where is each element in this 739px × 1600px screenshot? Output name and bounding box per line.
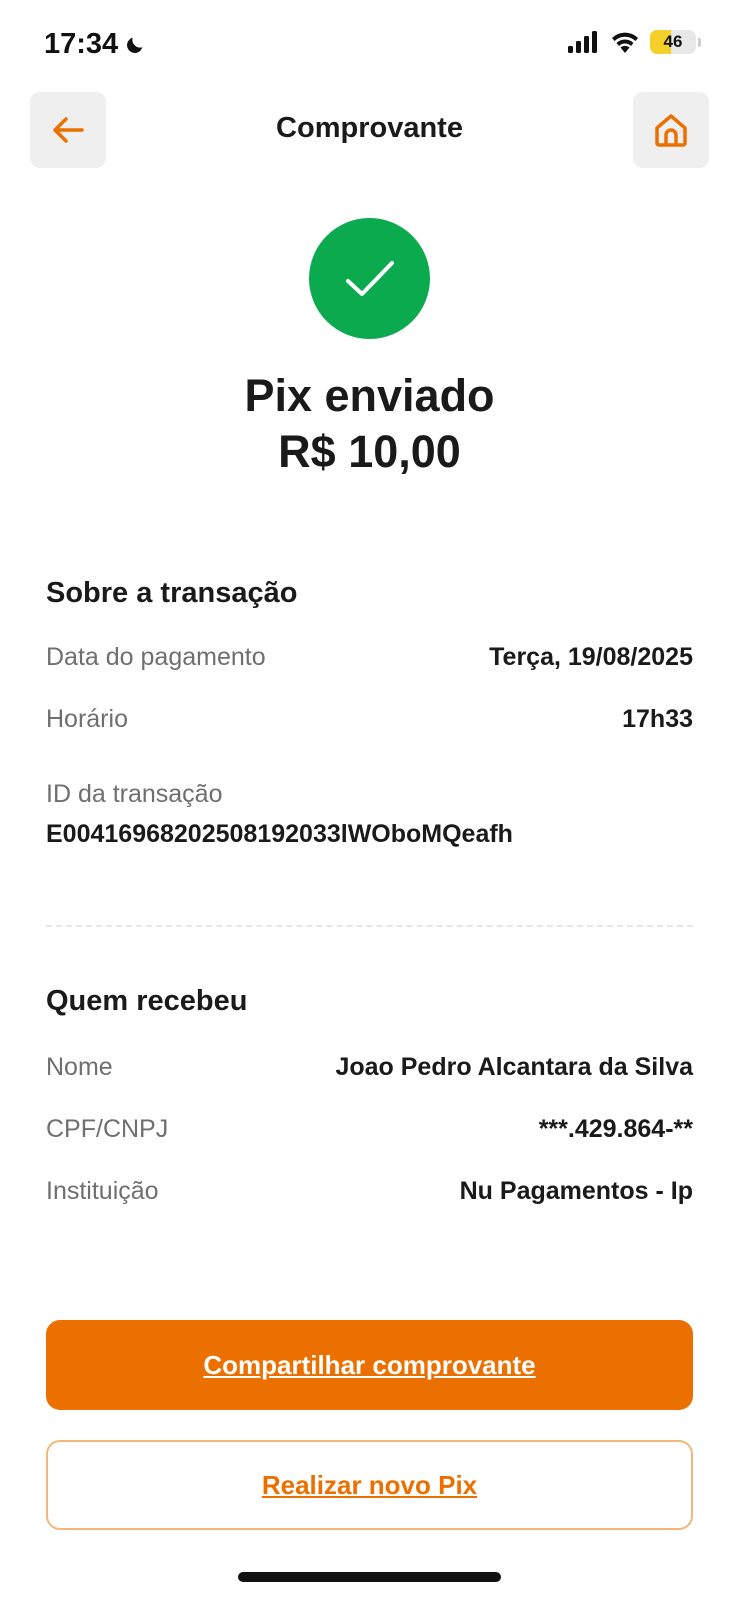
recipient-institution-row: Instituição Nu Pagamentos - Ip (46, 1177, 693, 1206)
checkmark-icon (345, 260, 394, 296)
recipient-doc-row: CPF/CNPJ ***.429.864-** (46, 1115, 693, 1144)
payment-time-value: 17h33 (622, 705, 693, 733)
home-indicator[interactable] (238, 1572, 501, 1582)
recipient-name-label: Nome (46, 1053, 113, 1081)
battery-indicator: 46 (650, 30, 696, 54)
home-icon (655, 114, 687, 147)
recipient-doc-label: CPF/CNPJ (46, 1115, 169, 1143)
transaction-id-value: E00416968202508192033lWOboMQeafh (46, 820, 513, 848)
new-pix-button[interactable]: Realizar novo Pix (46, 1440, 693, 1530)
status-time-text: 17:34 (44, 28, 119, 60)
battery-tip (698, 37, 701, 47)
success-title: Pix enviado (244, 370, 495, 421)
status-time: 17:34 (44, 28, 146, 61)
recipient-name-value: Joao Pedro Alcantara da Silva (335, 1053, 693, 1081)
section-divider (46, 925, 693, 927)
status-icons: 46 (568, 30, 701, 54)
header: Comprovante (0, 92, 739, 168)
success-amount: R$ 10,00 (278, 426, 461, 477)
home-button[interactable] (633, 92, 709, 168)
recipient-institution-value: Nu Pagamentos - Ip (459, 1177, 693, 1205)
battery-level-text: 46 (663, 32, 683, 51)
payment-date-label: Data do pagamento (46, 643, 266, 671)
recipient-section-title: Quem recebeu (46, 985, 248, 1017)
payment-date-row: Data do pagamento Terça, 19/08/2025 (46, 643, 693, 672)
recipient-name-row: Nome Joao Pedro Alcantara da Silva (46, 1053, 693, 1082)
page-title: Comprovante (276, 112, 463, 144)
recipient-doc-value: ***.429.864-** (538, 1115, 693, 1143)
payment-time-label: Horário (46, 705, 128, 733)
moon-icon (127, 37, 143, 53)
wifi-icon (612, 32, 638, 53)
success-badge (309, 218, 430, 339)
payment-date-value: Terça, 19/08/2025 (489, 643, 693, 671)
new-pix-label: Realizar novo Pix (261, 1469, 478, 1500)
recipient-institution-label: Instituição (46, 1177, 159, 1205)
status-bar: 17:34 46 (0, 0, 739, 92)
share-receipt-button[interactable]: Compartilhar comprovante (46, 1320, 693, 1410)
signal-icon (568, 31, 597, 53)
transaction-id-label: ID da transação (46, 780, 223, 808)
transaction-section-title: Sobre a transação (46, 577, 298, 609)
share-receipt-label: Compartilhar comprovante (203, 1349, 536, 1380)
payment-time-row: Horário 17h33 (46, 705, 693, 734)
